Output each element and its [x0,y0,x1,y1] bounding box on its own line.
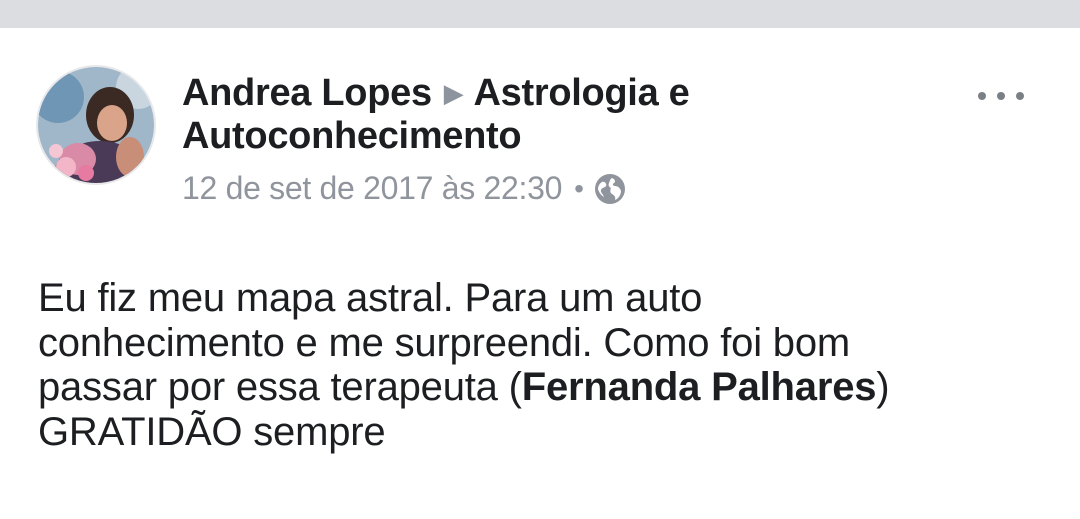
post-card: Andrea Lopes ▶ Astrologia e Autoconhecimen… [0,28,1080,519]
more-dot [978,92,986,100]
author-avatar[interactable] [36,65,156,185]
post-timestamp[interactable]: 12 de set de 2017 às 22:30 [182,170,562,207]
post-body-line: GRATIDÃO sempre [38,409,386,454]
post-body: Eu fiz meu mapa astral. Para um auto con… [38,276,1048,454]
globe-icon[interactable] [594,173,626,205]
post-title: Andrea Lopes ▶ Astrologia e [182,72,942,115]
more-dot [997,92,1005,100]
post-meta: 12 de set de 2017 às 22:30 • [182,170,942,207]
arrow-right-icon: ▶ [443,78,464,108]
more-options-icon[interactable] [978,86,1024,106]
avatar-image [38,67,154,183]
group-name-line1[interactable]: Astrologia e [474,72,690,114]
author-name[interactable]: Andrea Lopes [182,72,432,114]
post-body-line: Eu fiz meu mapa astral. Para um auto [38,276,703,320]
meta-separator: • [574,172,584,204]
post-body-line: passar por essa terapeuta (Fernanda Palh… [38,365,1048,410]
post-body-text: ) [876,365,890,409]
tagged-person[interactable]: Fernanda Palhares [522,365,877,409]
top-strip [0,0,1080,28]
post-body-line: conhecimento e me surpreendi. Como foi b… [38,320,851,365]
post-body-text: passar por essa terapeuta ( [38,365,522,409]
more-dot [1016,92,1024,100]
post-header: Andrea Lopes ▶ Astrologia e Autoconhecimen… [182,72,942,207]
group-name-line2[interactable]: Autoconhecimento [182,115,522,157]
group-name-line2-row: Autoconhecimento [182,115,942,158]
